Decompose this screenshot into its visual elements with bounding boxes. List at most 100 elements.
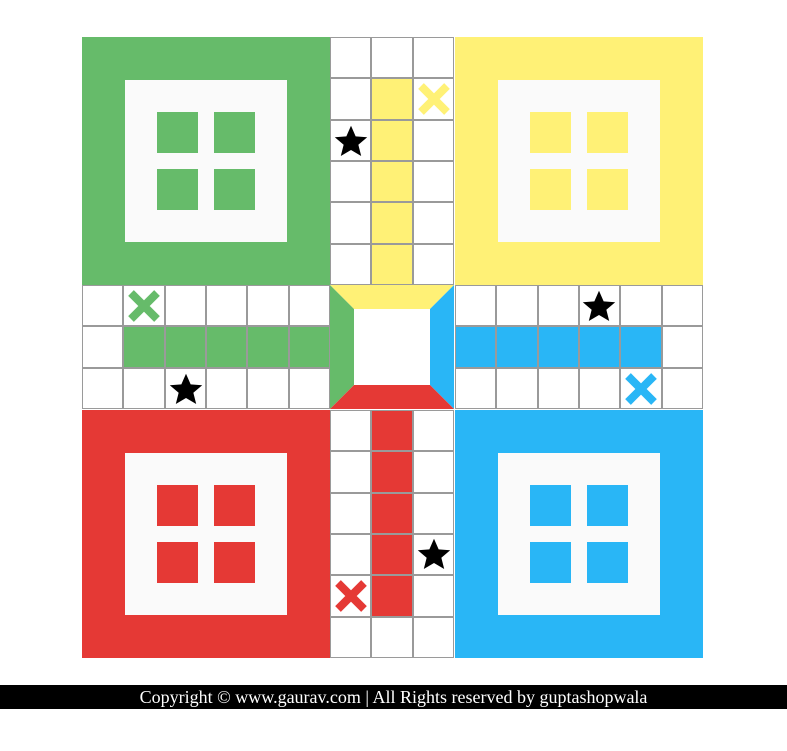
yellow-home-column-cell[interactable] bbox=[371, 160, 413, 203]
star-icon bbox=[169, 373, 202, 404]
blue-home-column-cell[interactable] bbox=[455, 326, 497, 368]
path-cell[interactable] bbox=[412, 160, 454, 203]
path-cell[interactable] bbox=[247, 285, 289, 327]
green-token-slot[interactable] bbox=[214, 112, 255, 153]
red-home bbox=[82, 410, 330, 658]
green-home-column-cell[interactable] bbox=[288, 326, 330, 368]
green-token-slot[interactable] bbox=[157, 112, 198, 153]
blue-home-column-cell[interactable] bbox=[578, 326, 621, 368]
cross-icon bbox=[334, 579, 367, 612]
path-cell[interactable] bbox=[412, 243, 454, 285]
path-cell[interactable] bbox=[412, 410, 454, 452]
red-home-column-cell[interactable] bbox=[371, 492, 413, 534]
path-cell[interactable] bbox=[455, 285, 497, 327]
path-cell[interactable] bbox=[496, 367, 538, 409]
red-start-cross bbox=[330, 575, 371, 616]
green-home-column-cell[interactable] bbox=[247, 326, 289, 368]
path-cell[interactable] bbox=[330, 160, 372, 203]
green-home-column-cell[interactable] bbox=[205, 326, 248, 368]
blue-home-column-cell[interactable] bbox=[537, 326, 579, 368]
red-token-slot[interactable] bbox=[214, 485, 255, 526]
yellow-home-column-cell[interactable] bbox=[371, 78, 413, 120]
path-cell[interactable] bbox=[82, 326, 124, 368]
path-cell[interactable] bbox=[330, 410, 372, 452]
copyright-footer: Copyright © www.gaurav.com | All Rights … bbox=[0, 685, 787, 709]
path-cell[interactable] bbox=[661, 285, 703, 327]
path-cell[interactable] bbox=[620, 285, 662, 327]
path-cell[interactable] bbox=[330, 243, 372, 285]
path-cell[interactable] bbox=[412, 616, 454, 658]
path-cell[interactable] bbox=[412, 451, 454, 493]
path-cell[interactable] bbox=[412, 202, 454, 244]
blue-token-slot[interactable] bbox=[587, 485, 628, 526]
path-cell[interactable] bbox=[164, 285, 206, 327]
green-home-column-cell[interactable] bbox=[123, 326, 165, 368]
path-cell[interactable] bbox=[371, 616, 413, 658]
blue-token-slot[interactable] bbox=[530, 485, 571, 526]
safe-star-right bbox=[578, 285, 619, 326]
yellow-home bbox=[455, 37, 703, 285]
path-cell[interactable] bbox=[455, 367, 497, 409]
blue-home-inner bbox=[498, 453, 660, 615]
path-cell[interactable] bbox=[578, 367, 621, 409]
blue-home-column-cell[interactable] bbox=[620, 326, 662, 368]
red-token-slot[interactable] bbox=[157, 542, 198, 583]
path-cell[interactable] bbox=[330, 533, 372, 576]
path-cell[interactable] bbox=[330, 37, 372, 79]
path-cell[interactable] bbox=[288, 367, 330, 409]
yellow-token-slot[interactable] bbox=[530, 169, 571, 210]
path-cell[interactable] bbox=[330, 78, 372, 120]
path-cell[interactable] bbox=[412, 119, 454, 161]
blue-token-slot[interactable] bbox=[530, 542, 571, 583]
path-cell[interactable] bbox=[330, 616, 372, 658]
cross-icon bbox=[417, 82, 450, 115]
path-cell[interactable] bbox=[205, 285, 248, 327]
green-start-cross bbox=[123, 285, 164, 326]
red-token-slot[interactable] bbox=[157, 485, 198, 526]
path-cell[interactable] bbox=[412, 37, 454, 79]
red-home-column-cell[interactable] bbox=[371, 451, 413, 493]
path-cell[interactable] bbox=[123, 367, 165, 409]
blue-token-slot[interactable] bbox=[587, 542, 628, 583]
red-token-slot[interactable] bbox=[214, 542, 255, 583]
yellow-home-column-cell[interactable] bbox=[371, 202, 413, 244]
yellow-token-slot[interactable] bbox=[530, 112, 571, 153]
yellow-token-slot[interactable] bbox=[587, 112, 628, 153]
blue-home bbox=[455, 410, 703, 658]
path-cell[interactable] bbox=[412, 492, 454, 534]
path-cell[interactable] bbox=[330, 451, 372, 493]
path-cell[interactable] bbox=[247, 367, 289, 409]
path-cell[interactable] bbox=[496, 285, 538, 327]
red-home-column-cell[interactable] bbox=[371, 410, 413, 452]
cross-icon bbox=[127, 289, 160, 322]
safe-star-top bbox=[330, 120, 371, 161]
yellow-home-inner bbox=[498, 80, 660, 242]
path-cell[interactable] bbox=[412, 575, 454, 617]
path-cell[interactable] bbox=[330, 202, 372, 244]
center-finish bbox=[330, 285, 454, 409]
green-token-slot[interactable] bbox=[214, 169, 255, 210]
path-cell[interactable] bbox=[288, 285, 330, 327]
red-home-column-cell[interactable] bbox=[371, 575, 413, 617]
path-cell[interactable] bbox=[330, 492, 372, 534]
green-home-inner bbox=[125, 80, 287, 242]
finish-center bbox=[354, 309, 430, 385]
green-home-column-cell[interactable] bbox=[164, 326, 206, 368]
red-home-column-cell[interactable] bbox=[371, 533, 413, 576]
path-cell[interactable] bbox=[661, 326, 703, 368]
yellow-home-column-cell[interactable] bbox=[371, 243, 413, 285]
yellow-home-column-cell[interactable] bbox=[371, 119, 413, 161]
path-cell[interactable] bbox=[661, 367, 703, 409]
path-cell[interactable] bbox=[537, 367, 579, 409]
path-cell[interactable] bbox=[82, 367, 124, 409]
path-cell[interactable] bbox=[537, 285, 579, 327]
green-home bbox=[82, 37, 330, 285]
path-cell[interactable] bbox=[371, 37, 413, 79]
path-cell[interactable] bbox=[205, 367, 248, 409]
yellow-start-cross bbox=[413, 78, 454, 119]
blue-home-column-cell[interactable] bbox=[496, 326, 538, 368]
copyright-text: Copyright © www.gaurav.com | All Rights … bbox=[139, 687, 648, 707]
path-cell[interactable] bbox=[82, 285, 124, 327]
green-token-slot[interactable] bbox=[157, 169, 198, 210]
yellow-token-slot[interactable] bbox=[587, 169, 628, 210]
